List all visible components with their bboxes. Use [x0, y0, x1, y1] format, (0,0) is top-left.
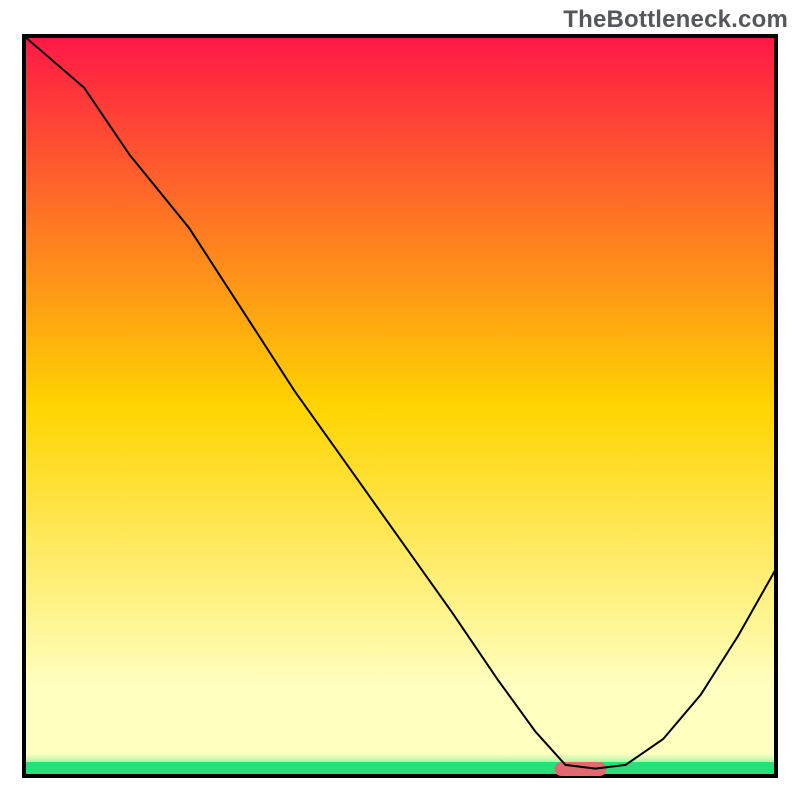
- optimal-band: [26, 762, 774, 774]
- bottleneck-chart: [0, 0, 800, 800]
- plot-background: [24, 36, 776, 776]
- watermark-text: TheBottleneck.com: [563, 6, 788, 34]
